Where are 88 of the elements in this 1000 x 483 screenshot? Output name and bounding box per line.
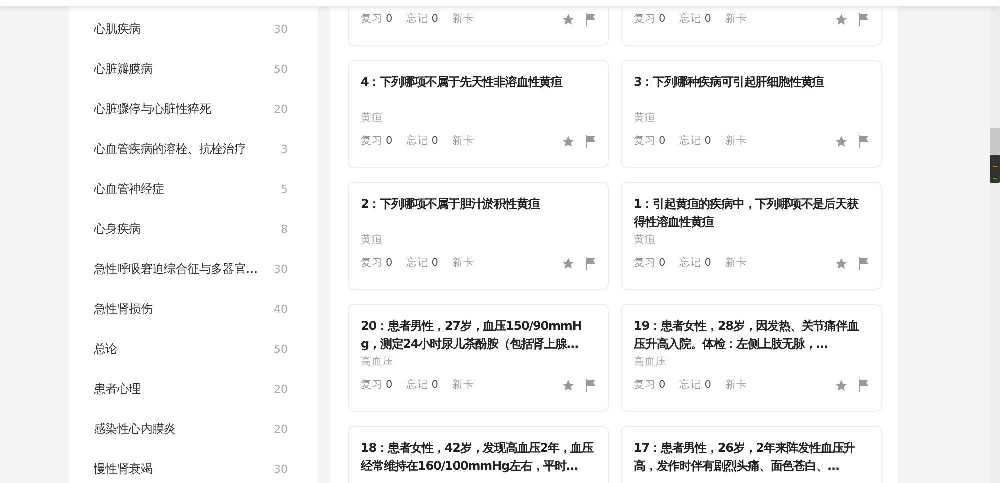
flag-icon[interactable]	[585, 256, 596, 270]
stat-label: 忘记 0	[680, 256, 712, 270]
star-icon[interactable]	[562, 12, 575, 26]
category-count: 5	[281, 182, 288, 196]
category-count: 30	[274, 22, 288, 36]
stat-label: 复习 0	[361, 134, 393, 148]
question-card[interactable]: 复习 0 忘记 0 新卡	[348, 6, 609, 46]
question-card[interactable]: 1：引起黄疸的疾病中，下列哪项不是后天获得性溶血性黄疸 黄疸 复习 0 忘记 0 新卡	[621, 182, 882, 290]
stat-label: 复习 0	[361, 256, 393, 270]
question-title: 1：引起黄疸的疾病中，下列哪项不是后天获得性溶血性黄疸	[634, 197, 858, 229]
stat-label: 新卡	[452, 378, 474, 392]
flag-icon[interactable]	[585, 378, 596, 392]
topic-tag: 黄疸	[634, 234, 656, 246]
star-icon[interactable]	[562, 256, 575, 270]
stat-label: 新卡	[725, 378, 748, 392]
topic-tag: 高血压	[634, 356, 667, 368]
category-count: 30	[274, 262, 288, 276]
topic-tag: 黄疸	[361, 112, 383, 124]
category-count: 40	[274, 302, 288, 316]
stat-label: 忘记 0	[406, 378, 438, 392]
stat-label: 新卡	[452, 134, 474, 148]
stat-label: 忘记 0	[406, 256, 438, 270]
question-card[interactable]: 19：患者女性，28岁，因发热、关节痛伴血压升高入院。体检：左侧上肢无脉，… 高血压 复习 0 忘记 0 新卡	[621, 304, 882, 412]
stat-label: 复习 0	[361, 378, 393, 392]
category-name[interactable]: 急性肾损伤	[94, 300, 153, 318]
question-card[interactable]: 4：下列哪项不属于先天性非溶血性黄疸 黄疸 复习 0 忘记 0 新卡	[348, 60, 609, 168]
category-name[interactable]: 感染性心内膜炎	[94, 420, 176, 438]
flag-icon[interactable]	[858, 12, 869, 26]
question-title: 17：患者男性，26岁，2年来阵发性血压升高，发作时伴有剧烈头痛、面色苍白、…	[634, 441, 856, 473]
flag-icon[interactable]	[858, 256, 869, 270]
star-icon[interactable]	[835, 256, 848, 270]
stat-label: 忘记 0	[680, 12, 712, 26]
category-count: 30	[274, 462, 288, 476]
category-name[interactable]: 总论	[94, 340, 118, 358]
stat-label: 新卡	[452, 256, 474, 270]
flag-icon[interactable]	[858, 134, 869, 148]
stat-label: 新卡	[725, 256, 748, 270]
stat-label: 新卡	[725, 134, 748, 148]
stat-label: 复习 0	[361, 12, 393, 26]
category-name[interactable]: 患者心理	[94, 380, 141, 398]
stat-label: 忘记 0	[680, 378, 712, 392]
question-title: 18：患者女性，42岁，发现高血压2年，血压经常维持在160/100mmHg左右，平时…	[361, 441, 594, 473]
category-name[interactable]: 心身疾病	[94, 220, 141, 238]
flag-icon[interactable]	[858, 378, 869, 392]
category-name[interactable]: 心血管神经症	[94, 180, 164, 198]
topic-tag: 高血压	[361, 356, 394, 368]
category-count: 50	[274, 342, 288, 356]
topic-tag: 黄疸	[361, 234, 383, 246]
category-count: 50	[274, 62, 288, 76]
question-title: 19：患者女性，28岁，因发热、关节痛伴血压升高入院。体检：左侧上肢无脉，…	[634, 319, 859, 351]
stat-label: 新卡	[452, 12, 474, 26]
stat-label: 忘记 0	[680, 134, 712, 148]
question-card[interactable]: 2：下列哪项不属于胆汁淤积性黄疸 黄疸 复习 0 忘记 0 新卡	[348, 182, 609, 290]
category-count: 3	[281, 142, 288, 156]
star-icon[interactable]	[835, 378, 848, 392]
category-name[interactable]: 心肌疾病	[94, 20, 141, 38]
category-count: 20	[274, 422, 288, 436]
flag-icon[interactable]	[585, 12, 596, 26]
stat-label: 复习 0	[634, 134, 666, 148]
question-card[interactable]: 3：下列哪种疾病可引起肝细胞性黄疸 黄疸 复习 0 忘记 0 新卡	[621, 60, 882, 168]
stat-label: 复习 0	[634, 378, 666, 392]
star-icon[interactable]	[835, 12, 848, 26]
star-icon[interactable]	[835, 134, 848, 148]
star-icon[interactable]	[562, 378, 575, 392]
category-name[interactable]: 心血管疾病的溶栓、抗栓治疗	[94, 140, 246, 158]
flag-icon[interactable]	[585, 134, 596, 148]
category-name[interactable]: 慢性肾衰竭	[94, 460, 153, 478]
category-name[interactable]: 心脏瓣膜病	[94, 60, 153, 78]
topic-tag: 黄疸	[634, 112, 656, 124]
category-count: 20	[274, 102, 288, 116]
question-title: 4：下列哪项不属于先天性非溶血性黄疸	[361, 75, 563, 89]
stat-label: 复习 0	[634, 256, 666, 270]
question-card[interactable]: 复习 0 忘记 0 新卡	[621, 6, 882, 46]
question-title: 2：下列哪项不属于胆汁淤积性黄疸	[361, 197, 540, 211]
stat-label: 忘记 0	[406, 134, 438, 148]
category-name[interactable]: 急性呼吸窘迫综合征与多器官…	[94, 260, 258, 278]
question-title: 20：患者男性，27岁，血压150/90mmHg，测定24小时尿儿茶酚胺（包括肾上腺…	[361, 319, 582, 351]
star-icon[interactable]	[562, 134, 575, 148]
category-count: 20	[274, 382, 288, 396]
stat-label: 忘记 0	[406, 12, 438, 26]
question-card[interactable]: 17：患者男性，26岁，2年来阵发性血压升高，发作时伴有剧烈头痛、面色苍白、…	[621, 426, 882, 483]
category-name[interactable]: 心脏骤停与心脏性猝死	[94, 100, 212, 118]
question-card[interactable]: 18：患者女性，42岁，发现高血压2年，血压经常维持在160/100mmHg左右，平时…	[348, 426, 609, 483]
question-card[interactable]: 20：患者男性，27岁，血压150/90mmHg，测定24小时尿儿茶酚胺（包括肾上腺… 高血压 复习 0 忘记 0 新卡	[348, 304, 609, 412]
stat-label: 复习 0	[634, 12, 666, 26]
question-title: 3：下列哪种疾病可引起肝细胞性黄疸	[634, 75, 824, 89]
category-count: 8	[281, 222, 288, 236]
stat-label: 新卡	[725, 12, 748, 26]
